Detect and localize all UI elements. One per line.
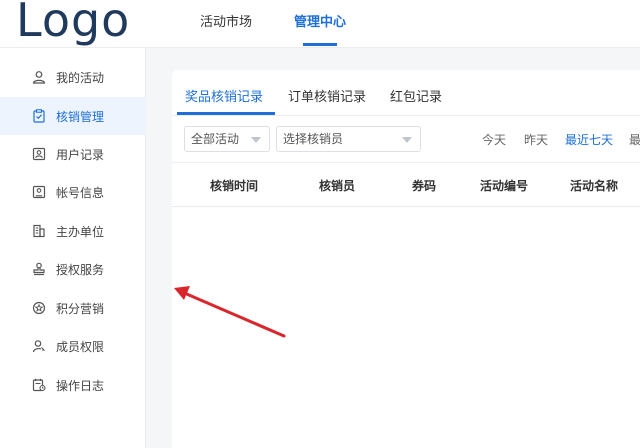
user-card-icon	[32, 147, 46, 161]
sidebar-item-label: 帐号信息	[56, 185, 105, 200]
sidebar-item-user-records[interactable]: 用户记录	[0, 135, 146, 173]
column-header-verify-time: 核销时间	[210, 179, 259, 193]
id-card-icon	[32, 185, 46, 199]
records-panel: 奖品核销记录 订单核销记录 红包记录 全部活动 选择核销员 今天 昨天 最近七天…	[172, 70, 640, 448]
sidebar: 我的活动 核销管理 用户记录 帐号信息 主办单位 授权服务 积分营销 成员权限 …	[0, 48, 146, 448]
tabs-divider	[172, 115, 640, 116]
tab-order-verification-records[interactable]: 订单核销记录	[288, 86, 366, 105]
log-icon	[32, 378, 46, 392]
logo[interactable]: Logo	[16, 0, 130, 46]
activity-select[interactable]: 全部活动	[184, 126, 270, 152]
points-icon	[32, 301, 46, 315]
tab-prize-verification-records[interactable]: 奖品核销记录	[185, 86, 263, 105]
sidebar-item-my-activities[interactable]: 我的活动	[0, 58, 146, 96]
annotation-arrow-icon	[174, 286, 286, 338]
chevron-down-icon	[402, 137, 412, 143]
sidebar-item-account-info[interactable]: 帐号信息	[0, 173, 146, 211]
chevron-down-icon	[251, 137, 261, 143]
top-bar: Logo 活动市场 管理中心	[0, 0, 640, 48]
sidebar-item-label: 积分营销	[56, 301, 105, 316]
sidebar-item-label: 用户记录	[56, 147, 105, 162]
member-key-icon	[32, 339, 46, 353]
date-filter-last-seven-days[interactable]: 最近七天	[565, 131, 613, 148]
tab-red-packet-records[interactable]: 红包记录	[390, 86, 442, 105]
verifier-select[interactable]: 选择核销员	[276, 126, 421, 152]
sidebar-item-operation-log[interactable]: 操作日志	[0, 366, 146, 404]
verifier-select-value: 选择核销员	[283, 132, 344, 146]
date-filter-yesterday[interactable]: 昨天	[524, 131, 548, 148]
sidebar-item-label: 我的活动	[56, 70, 105, 85]
clipboard-check-icon	[32, 109, 46, 123]
filter-divider	[172, 162, 640, 163]
topnav-management-center[interactable]: 管理中心	[294, 11, 346, 46]
column-header-activity-name: 活动名称	[570, 179, 619, 193]
topnav-activity-market[interactable]: 活动市场	[200, 11, 252, 30]
user-icon	[32, 70, 46, 84]
date-filter-more[interactable]: 最	[629, 131, 640, 148]
sidebar-item-label: 核销管理	[56, 109, 105, 124]
sidebar-item-authorization[interactable]: 授权服务	[0, 250, 146, 288]
stamp-icon	[32, 262, 46, 276]
column-header-coupon-code: 券码	[412, 179, 437, 193]
building-icon	[32, 224, 46, 238]
sidebar-item-label: 授权服务	[56, 262, 105, 277]
table-header-divider	[172, 206, 640, 207]
sidebar-item-member-permissions[interactable]: 成员权限	[0, 327, 146, 365]
column-header-activity-id: 活动编号	[480, 179, 529, 193]
activity-select-value: 全部活动	[191, 132, 240, 146]
sidebar-item-label: 成员权限	[56, 339, 105, 354]
sidebar-item-verification[interactable]: 核销管理	[0, 97, 146, 135]
sidebar-item-label: 操作日志	[56, 378, 105, 393]
sidebar-item-label: 主办单位	[56, 224, 105, 239]
date-filter-today[interactable]: 今天	[482, 131, 506, 148]
sidebar-item-points-marketing[interactable]: 积分营销	[0, 289, 146, 327]
column-header-verifier: 核销员	[319, 179, 356, 193]
sidebar-item-organizer[interactable]: 主办单位	[0, 212, 146, 250]
